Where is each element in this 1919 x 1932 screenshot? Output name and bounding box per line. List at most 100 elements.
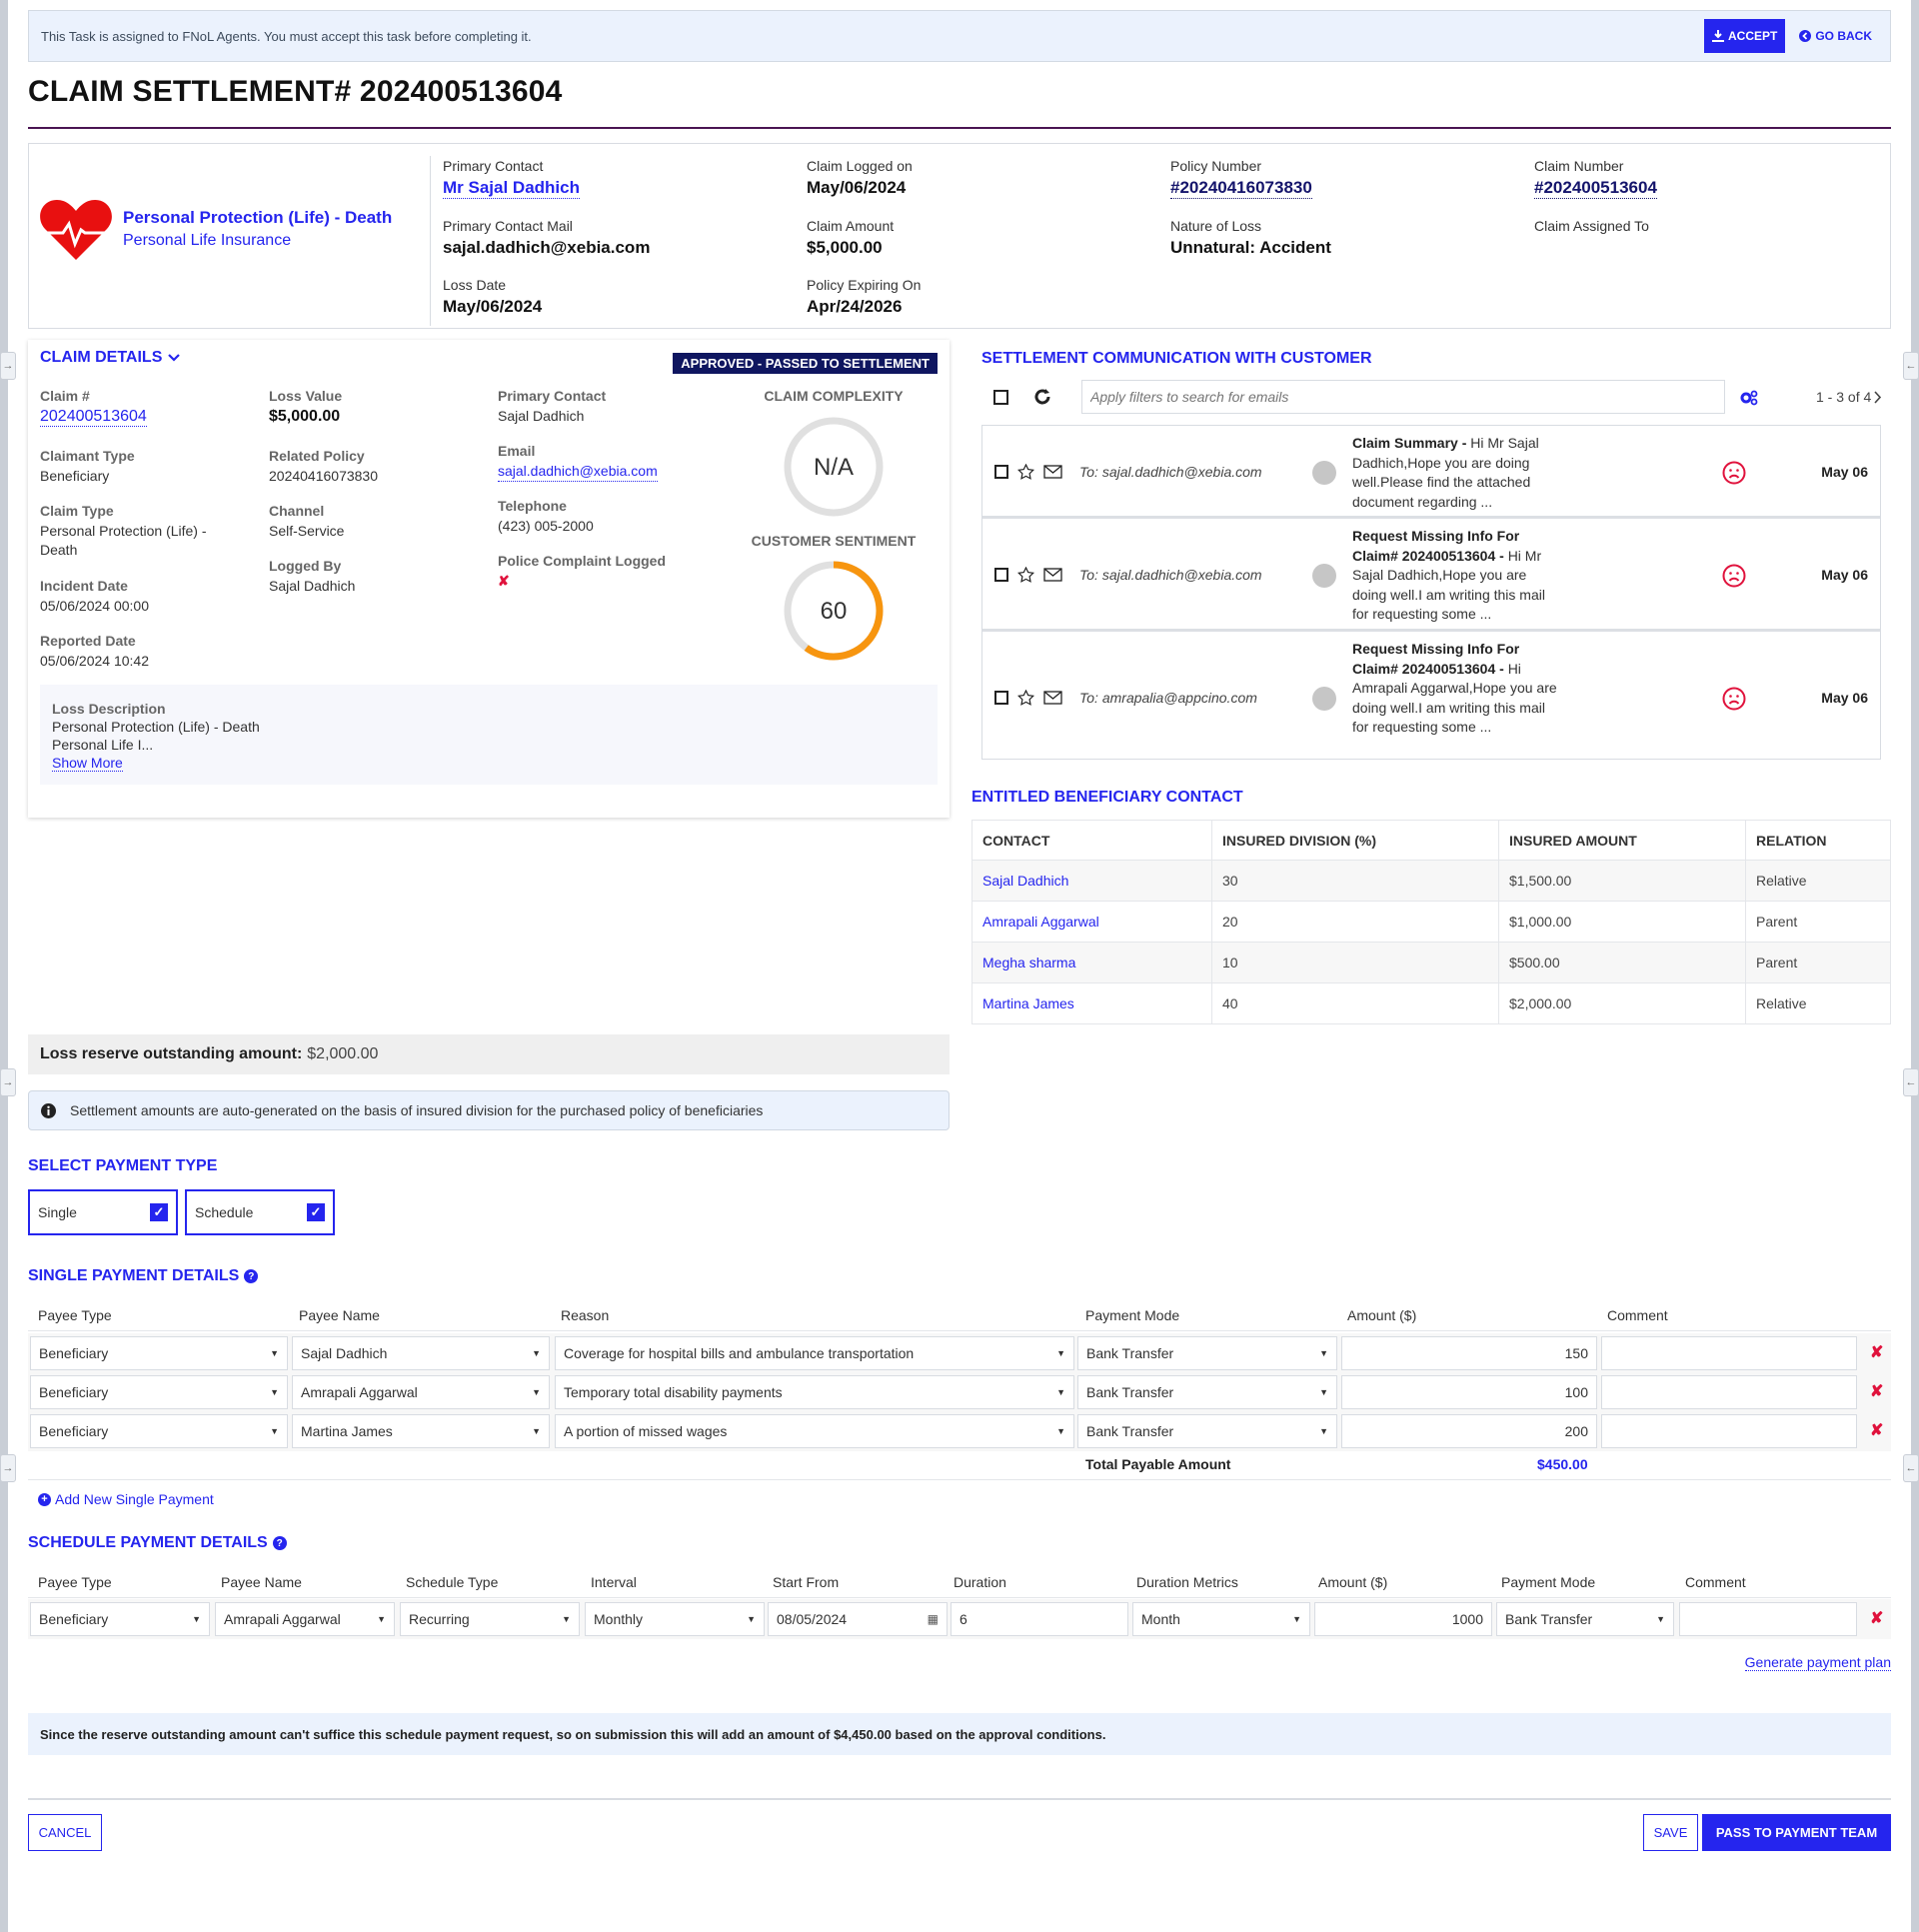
reason-select-value: A portion of missed wages xyxy=(564,1423,728,1439)
expand-left-tab[interactable]: → xyxy=(0,1454,16,1482)
envelope-icon xyxy=(1043,465,1062,479)
total-payable-label: Total Payable Amount xyxy=(1085,1456,1231,1472)
payment-type-schedule[interactable]: Schedule ✓ xyxy=(185,1189,335,1235)
duration-input[interactable]: 6 xyxy=(951,1602,1128,1636)
payee-name-select[interactable]: Amrapali Aggarwal ▼ xyxy=(215,1602,395,1636)
reason-select[interactable]: Coverage for hospital bills and ambulanc… xyxy=(555,1336,1074,1370)
table-row: Martina James 40 $2,000.00 Relative xyxy=(971,982,1891,1024)
email-preview[interactable]: Request Missing Info For Claim# 20240051… xyxy=(1352,527,1557,625)
email-preview[interactable]: Claim Summary - Hi Mr Sajal Dadhich,Hope… xyxy=(1352,434,1557,512)
payment-mode-select[interactable]: Bank Transfer ▼ xyxy=(1077,1375,1337,1409)
email-link[interactable]: sajal.dadhich@xebia.com xyxy=(498,462,658,482)
email-checkbox[interactable] xyxy=(994,465,1008,479)
select-all-checkbox[interactable] xyxy=(993,390,1008,405)
caret-down-icon: ▼ xyxy=(1319,1348,1328,1358)
email-date: May 06 xyxy=(1821,690,1868,706)
payee-name-select[interactable]: Martina James ▼ xyxy=(292,1414,550,1448)
email-search-input[interactable] xyxy=(1081,380,1725,414)
primary-contact-link[interactable]: Mr Sajal Dadhich xyxy=(443,178,580,199)
amount-input[interactable]: 100 xyxy=(1341,1375,1597,1409)
contact-cell[interactable]: Martina James xyxy=(971,982,1212,1024)
email-checkbox[interactable] xyxy=(994,691,1008,705)
show-more-link[interactable]: Show More xyxy=(52,755,123,772)
delete-row-icon[interactable]: ✘ xyxy=(1870,1381,1883,1401)
payment-type-single[interactable]: Single ✓ xyxy=(28,1189,178,1235)
amount-input[interactable]: 150 xyxy=(1341,1336,1597,1370)
checkbox-checked-icon[interactable]: ✓ xyxy=(150,1203,168,1221)
payee-type-select[interactable]: Beneficiary ▼ xyxy=(30,1336,288,1370)
payee-name-select[interactable]: Sajal Dadhich ▼ xyxy=(292,1336,550,1370)
policy-number-field: Policy Number #20240416073830 xyxy=(1170,158,1312,199)
checkbox-checked-icon[interactable]: ✓ xyxy=(307,1203,325,1221)
go-back-button[interactable]: GO BACK xyxy=(1793,29,1878,43)
add-single-payment-link[interactable]: + Add New Single Payment xyxy=(38,1491,214,1507)
schedule-payment-mode-select[interactable]: Bank Transfer ▼ xyxy=(1496,1602,1674,1636)
claim-number-link[interactable]: #202400513604 xyxy=(1534,178,1657,199)
start-date-input-value: 08/05/2024 xyxy=(777,1611,848,1627)
comment-input[interactable] xyxy=(1601,1414,1857,1448)
payment-mode-select[interactable]: Bank Transfer ▼ xyxy=(1077,1414,1337,1448)
claim-details-toggle[interactable]: CLAIM DETAILS xyxy=(40,349,181,367)
policy-expiring-field: Policy Expiring On Apr/24/2026 xyxy=(807,277,922,316)
interval-select[interactable]: Monthly ▼ xyxy=(585,1602,765,1636)
delete-row-icon[interactable]: ✘ xyxy=(1870,1420,1883,1440)
payee-type-select[interactable]: Beneficiary ▼ xyxy=(30,1375,288,1409)
payee-type-select[interactable]: Beneficiary ▼ xyxy=(30,1602,210,1636)
complexity-value: N/A xyxy=(814,454,854,481)
claim-no-link[interactable]: 202400513604 xyxy=(40,407,147,427)
cross-icon: ✘ xyxy=(498,573,510,589)
expand-right-tab[interactable]: ← xyxy=(1903,352,1919,380)
email-list-item[interactable]: To: amrapalia@appcino.com Request Missing… xyxy=(982,632,1880,759)
payee-type-select[interactable]: Beneficiary ▼ xyxy=(30,1414,288,1448)
comment-input[interactable] xyxy=(1601,1336,1857,1370)
expand-right-tab[interactable]: ← xyxy=(1903,1454,1919,1482)
email-toolbar: 1 - 3 of 4 xyxy=(981,380,1891,416)
status-badge: APPROVED - PASSED TO SETTLEMENT xyxy=(673,353,938,374)
reason-select[interactable]: A portion of missed wages ▼ xyxy=(555,1414,1074,1448)
generate-payment-plan-link[interactable]: Generate payment plan xyxy=(1744,1654,1891,1671)
email-preview[interactable]: Request Missing Info For Claim# 20240051… xyxy=(1352,640,1557,738)
sentiment-value: 60 xyxy=(821,598,848,625)
pass-to-payment-team-button[interactable]: PASS TO PAYMENT TEAM xyxy=(1702,1814,1891,1851)
cancel-button[interactable]: CANCEL xyxy=(28,1814,102,1851)
col-insured-division: INSURED DIVISION (%) xyxy=(1211,820,1499,861)
email-checkbox[interactable] xyxy=(994,568,1008,582)
accept-button[interactable]: ACCEPT xyxy=(1703,19,1786,53)
star-icon[interactable] xyxy=(1017,567,1034,583)
start-date-input[interactable]: 08/05/2024 ▦ xyxy=(768,1602,948,1636)
summary-divider xyxy=(430,156,431,326)
next-page-icon[interactable] xyxy=(1874,391,1882,404)
duration-metrics-select[interactable]: Month ▼ xyxy=(1132,1602,1310,1636)
calendar-icon[interactable]: ▦ xyxy=(928,1612,939,1626)
policy-number-link[interactable]: #20240416073830 xyxy=(1170,178,1312,199)
delete-row-icon[interactable]: ✘ xyxy=(1870,1608,1883,1628)
schedule-comment-input[interactable] xyxy=(1679,1602,1857,1636)
filter-settings-icon[interactable] xyxy=(1740,390,1758,406)
help-icon[interactable]: ? xyxy=(244,1269,259,1283)
payee-name-select[interactable]: Amrapali Aggarwal ▼ xyxy=(292,1375,550,1409)
contact-cell[interactable]: Amrapali Aggarwal xyxy=(971,901,1212,943)
save-button[interactable]: SAVE xyxy=(1643,1814,1698,1851)
help-icon[interactable]: ? xyxy=(272,1536,287,1550)
star-icon[interactable] xyxy=(1017,690,1034,706)
email-subject: Request Missing Info For Claim# 20240051… xyxy=(1352,641,1520,677)
schedule-amount-input[interactable]: 1000 xyxy=(1314,1602,1492,1636)
expand-left-tab[interactable]: → xyxy=(0,1068,16,1096)
email-list-item[interactable]: To: sajal.dadhich@xebia.com Claim Summary… xyxy=(982,426,1880,519)
delete-row-icon[interactable]: ✘ xyxy=(1870,1342,1883,1362)
amount-input[interactable]: 200 xyxy=(1341,1414,1597,1448)
refresh-icon[interactable] xyxy=(1033,388,1051,406)
expand-right-tab[interactable]: ← xyxy=(1903,1068,1919,1096)
star-icon[interactable] xyxy=(1017,464,1034,480)
expand-left-tab[interactable]: → xyxy=(0,352,16,380)
loss-value-field: Loss Value $5,000.00 xyxy=(269,388,343,425)
product-name[interactable]: Personal Protection (Life) - Death xyxy=(123,208,392,228)
contact-cell[interactable]: Sajal Dadhich xyxy=(971,860,1212,902)
reason-select[interactable]: Temporary total disability payments ▼ xyxy=(555,1375,1074,1409)
email-date: May 06 xyxy=(1821,567,1868,583)
email-list-item[interactable]: To: sajal.dadhich@xebia.com Request Missi… xyxy=(982,519,1880,632)
schedule-type-select[interactable]: Recurring ▼ xyxy=(400,1602,580,1636)
comment-input[interactable] xyxy=(1601,1375,1857,1409)
payment-mode-select[interactable]: Bank Transfer ▼ xyxy=(1077,1336,1337,1370)
contact-cell[interactable]: Megha sharma xyxy=(971,942,1212,983)
